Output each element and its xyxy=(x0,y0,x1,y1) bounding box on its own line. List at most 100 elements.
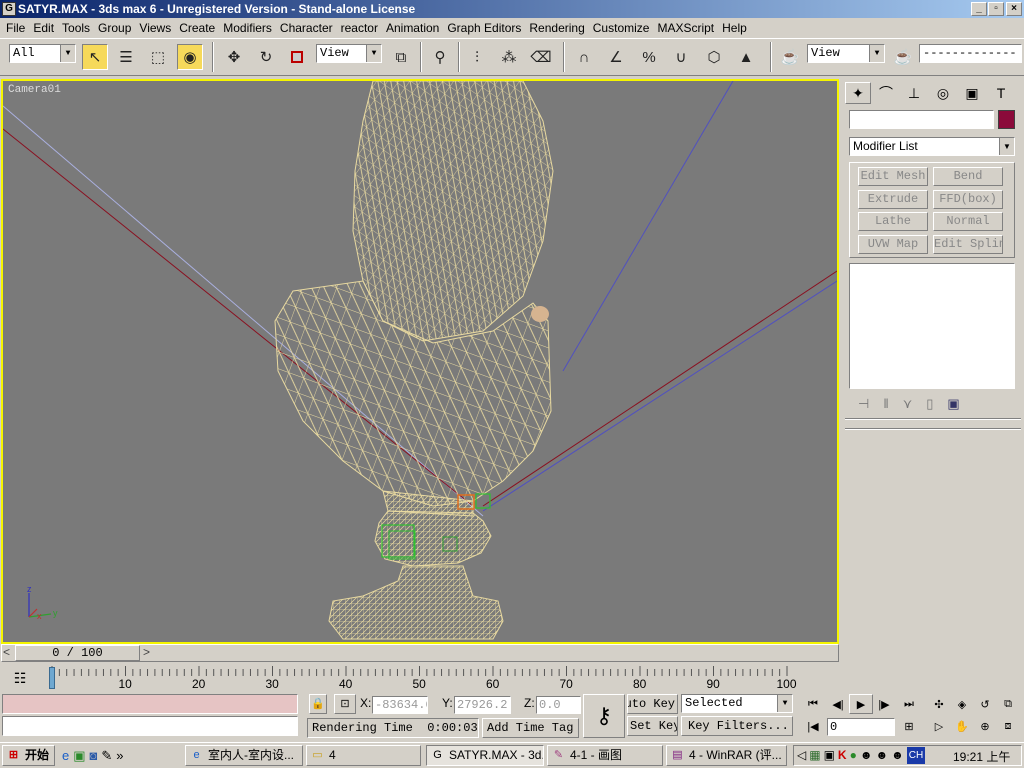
menu-character[interactable]: Character xyxy=(276,18,337,38)
media-icon[interactable]: ▣ xyxy=(73,748,85,764)
align-icon[interactable]: ⌫ xyxy=(528,44,554,70)
object-name-field[interactable] xyxy=(849,110,994,129)
render-scene-icon[interactable]: ▲ xyxy=(733,44,759,70)
prompt-line[interactable] xyxy=(2,716,298,736)
set-key-button[interactable]: Set Key xyxy=(627,716,678,736)
pivot-center-icon[interactable]: ⧉ xyxy=(388,44,414,70)
spinner-snap-icon[interactable]: ∪ xyxy=(668,44,694,70)
extrude-button[interactable]: Extrude xyxy=(858,190,928,209)
task-paint[interactable]: ✎ 4-1 - 画图 xyxy=(547,745,663,766)
rectangular-region-icon[interactable]: ⬚ xyxy=(145,44,171,70)
close-button[interactable]: × xyxy=(1006,2,1022,16)
menu-tools[interactable]: Tools xyxy=(58,18,94,38)
absolute-mode-icon[interactable]: ⊡ xyxy=(334,694,356,714)
remove-modifier-icon[interactable]: ▯ xyxy=(926,396,933,414)
bend-button[interactable]: Bend xyxy=(933,167,1003,186)
ffd-box-button[interactable]: FFD(box) xyxy=(933,190,1003,209)
start-button[interactable]: ⊞ 开始 xyxy=(2,745,55,766)
named-view-dropdown[interactable]: View ▼ xyxy=(807,44,885,63)
task-interior[interactable]: e 室内人-室内设... xyxy=(185,745,303,766)
select-rotate-icon[interactable]: ↻ xyxy=(253,44,279,70)
normal-button[interactable]: Normal xyxy=(933,212,1003,231)
array-icon[interactable]: ⁂ xyxy=(496,44,522,70)
green-icon[interactable]: ● xyxy=(850,747,857,764)
pin-stack-icon[interactable]: ⊣ xyxy=(858,396,869,414)
menu-customize[interactable]: Customize xyxy=(589,18,654,38)
percent-snap-icon[interactable]: % xyxy=(636,44,662,70)
menu-graph-editors[interactable]: Graph Editors xyxy=(443,18,525,38)
desktop-icon[interactable]: ◙ xyxy=(90,748,98,763)
hierarchy-tab-icon[interactable]: ⊥ xyxy=(901,82,927,104)
qq2-icon[interactable]: ☻ xyxy=(875,747,888,764)
mirror-icon[interactable]: ⫶ xyxy=(464,44,490,70)
utilities-tab-icon[interactable]: T xyxy=(988,82,1014,104)
modifier-stack-list[interactable] xyxy=(849,263,1015,389)
menu-file[interactable]: File xyxy=(2,18,29,38)
menu-animation[interactable]: Animation xyxy=(382,18,443,38)
menu-create[interactable]: Create xyxy=(175,18,219,38)
uvw-map-button[interactable]: UVW Map xyxy=(858,235,928,254)
y-coord-field[interactable]: 27926.2 xyxy=(454,696,511,714)
maximize-viewport-icon[interactable]: ⧉ xyxy=(996,694,1020,714)
material-editor-icon[interactable]: ⬡ xyxy=(701,44,727,70)
manipulate-icon[interactable]: ⚲ xyxy=(427,44,453,70)
more-icon[interactable]: » xyxy=(116,748,123,763)
create-tab-icon[interactable]: ✦ xyxy=(845,82,871,104)
go-to-end-icon[interactable]: ⏭ xyxy=(897,694,921,714)
task-3dsmax[interactable]: G SATYR.MAX - 3d... xyxy=(426,745,544,766)
time-slider-thumb[interactable]: 0 / 100 xyxy=(15,645,140,661)
zoom-all-icon[interactable]: ◈ xyxy=(950,694,974,714)
menu-reactor[interactable]: reactor xyxy=(337,18,382,38)
menu-maxscript[interactable]: MAXScript xyxy=(653,18,718,38)
select-move-icon[interactable]: ✥ xyxy=(221,44,247,70)
dolly-icon[interactable]: ⊕ xyxy=(973,716,997,736)
select-by-name-icon[interactable]: ☰ xyxy=(113,44,139,70)
motion-tab-icon[interactable]: ◎ xyxy=(930,82,956,104)
ie-icon[interactable]: e xyxy=(62,748,69,763)
field-of-view-icon[interactable]: ▷ xyxy=(927,716,951,736)
restore-button[interactable]: ▫ xyxy=(988,2,1004,16)
notepad-icon[interactable]: ✎ xyxy=(101,748,112,764)
menu-rendering[interactable]: Rendering xyxy=(525,18,588,38)
set-key-icon[interactable]: ⚷ xyxy=(583,694,625,738)
key-mode-toggle-icon[interactable]: |◀ xyxy=(801,716,825,736)
key-filters-button[interactable]: Key Filters... xyxy=(681,716,793,736)
task-folder[interactable]: ▭ 4 xyxy=(306,745,421,766)
monitor-icon[interactable]: ▣ xyxy=(824,747,835,764)
snap-toggle-icon[interactable]: ∩ xyxy=(571,44,597,70)
camera-viewport[interactable]: Camera01 z y x xyxy=(1,79,839,644)
min-max-toggle-icon[interactable]: ⧈ xyxy=(996,716,1020,736)
input-language-icon[interactable]: CH xyxy=(906,747,926,764)
edit-mesh-button[interactable]: Edit Mesh xyxy=(858,167,928,186)
current-frame-field[interactable]: 0 xyxy=(827,718,895,736)
display-tab-icon[interactable]: ▣ xyxy=(959,82,985,104)
select-object-icon[interactable]: ↖ xyxy=(82,44,108,70)
menu-modifiers[interactable]: Modifiers xyxy=(219,18,276,38)
edit-spline-button[interactable]: Edit Spline xyxy=(933,235,1003,254)
menu-views[interactable]: Views xyxy=(135,18,175,38)
qq-icon[interactable]: ☻ xyxy=(860,747,873,764)
configure-sets-icon[interactable]: ▣ xyxy=(947,396,959,414)
network-icon[interactable]: ▦ xyxy=(809,747,820,764)
object-color-swatch[interactable] xyxy=(998,110,1015,129)
previous-frame-icon[interactable]: ◀| xyxy=(826,694,850,714)
named-selection-field[interactable]: ------------- xyxy=(919,44,1022,63)
next-frame-arrow-icon[interactable]: > xyxy=(143,646,153,660)
reference-coordinate-dropdown[interactable]: View ▼ xyxy=(316,44,382,63)
pan-icon[interactable]: ✋ xyxy=(950,716,974,736)
time-configuration-icon[interactable]: ⊞ xyxy=(897,716,921,736)
mini-curve-editor-icon[interactable]: ☷ xyxy=(2,666,38,690)
render-teapot-icon[interactable]: ☕ xyxy=(890,44,916,70)
viewport-label[interactable]: Camera01 xyxy=(8,84,61,96)
show-end-result-icon[interactable]: ‖ xyxy=(883,396,888,414)
lock-selection-icon[interactable]: 🔒 xyxy=(309,694,327,714)
modify-tab-icon[interactable]: ⌒ xyxy=(873,82,899,104)
menu-edit[interactable]: Edit xyxy=(29,18,58,38)
select-scale-icon[interactable] xyxy=(284,44,310,70)
qq3-icon[interactable]: ☻ xyxy=(891,747,904,764)
next-frame-icon[interactable]: |▶ xyxy=(872,694,896,714)
maxscript-listener-mini[interactable] xyxy=(2,694,298,714)
task-winrar[interactable]: ▤ 4 - WinRAR (评... xyxy=(666,745,787,766)
selection-filter-dropdown[interactable]: All ▼ xyxy=(9,44,76,63)
add-time-tag-button[interactable]: Add Time Tag xyxy=(482,718,579,738)
